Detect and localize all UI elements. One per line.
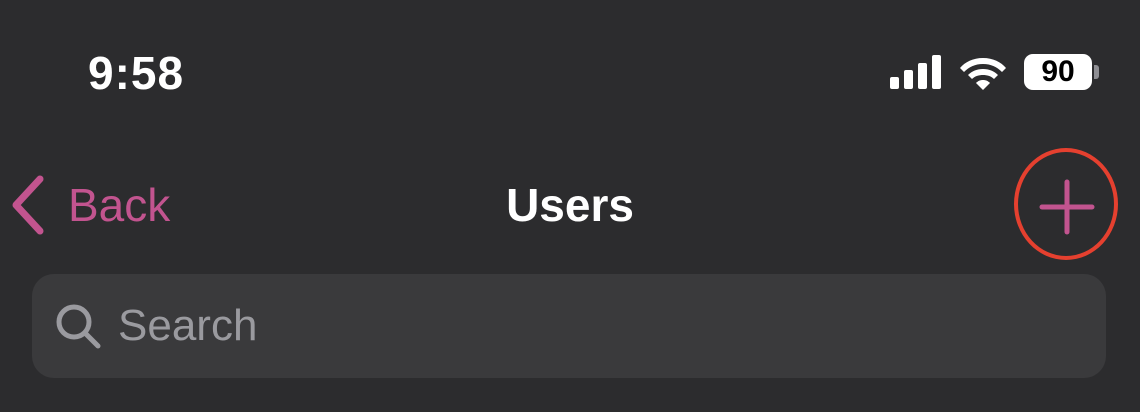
search-icon — [56, 304, 101, 349]
battery-level: 90 — [1041, 55, 1075, 88]
battery-body: 90 — [1024, 54, 1092, 90]
cellular-signal-icon — [890, 55, 941, 89]
battery-icon: 90 — [1024, 53, 1100, 91]
battery-cap — [1094, 65, 1099, 79]
users-screen: 9:58 90 Back Users — [0, 0, 1140, 412]
search-input[interactable] — [118, 301, 1018, 351]
status-time: 9:58 — [88, 47, 185, 99]
wifi-icon — [960, 58, 1006, 90]
plus-icon — [1039, 179, 1095, 235]
status-indicators: 90 — [890, 52, 1100, 92]
search-bar[interactable] — [32, 274, 1106, 378]
page-title: Users — [506, 179, 634, 231]
add-user-button[interactable] — [1014, 148, 1126, 266]
